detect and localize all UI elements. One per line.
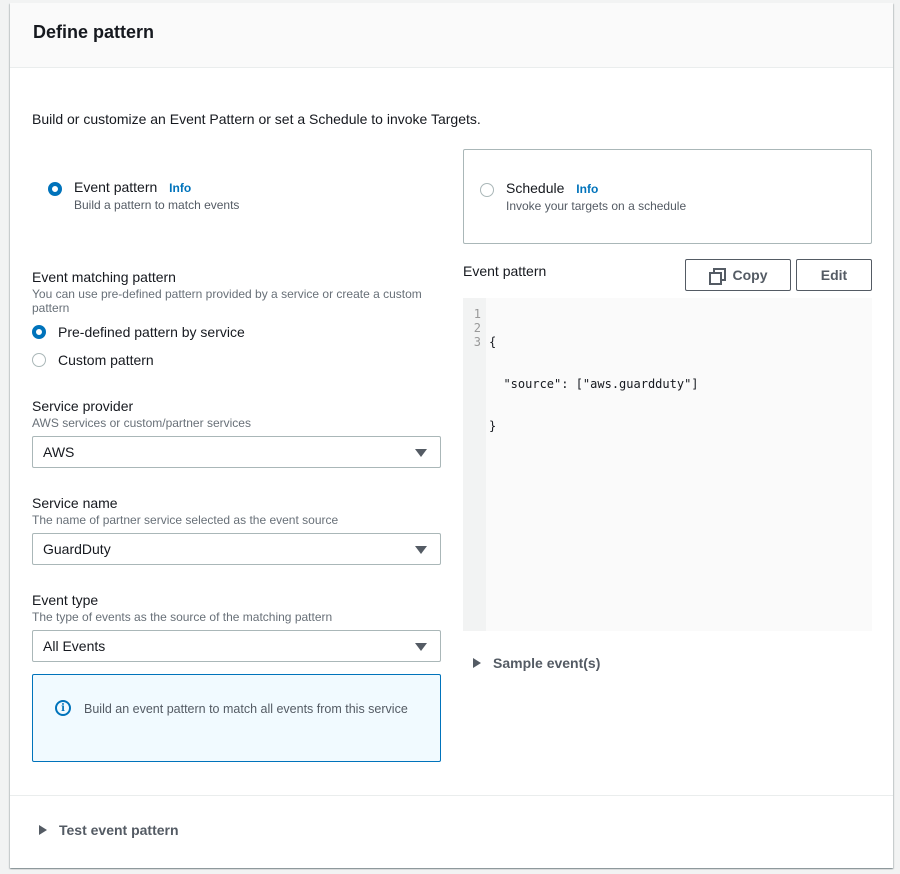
line-number: 1 <box>473 307 481 321</box>
custom-pattern-label: Custom pattern <box>58 352 154 368</box>
custom-pattern-option[interactable]: Custom pattern <box>32 349 441 371</box>
copy-button[interactable]: Copy <box>685 259 791 291</box>
code-line: } <box>489 419 497 433</box>
event-pattern-option[interactable]: Event pattern Info Build a pattern to ma… <box>32 149 440 244</box>
line-number: 2 <box>473 321 481 335</box>
schedule-label: Schedule <box>506 180 565 196</box>
event-type-label: Event type <box>32 592 99 608</box>
event-type-select[interactable]: All Events <box>32 630 441 662</box>
sample-events-label: Sample event(s) <box>493 655 601 671</box>
event-matching-label: Event matching pattern <box>32 269 176 285</box>
alert-text: Build an event pattern to match all even… <box>84 702 408 716</box>
sample-events-expander[interactable]: Sample event(s) <box>473 655 600 671</box>
event-pattern-label: Event pattern <box>74 179 158 195</box>
caret-down-icon <box>415 449 427 457</box>
schedule-radio[interactable] <box>480 183 494 197</box>
event-pattern-description: Build a pattern to match events <box>74 198 240 212</box>
custom-pattern-radio[interactable] <box>32 353 46 367</box>
event-type-value: All Events <box>43 638 106 654</box>
code-content: { "source": ["aws.guardduty"] } <box>486 298 699 631</box>
predefined-pattern-label: Pre-defined pattern by service <box>58 324 245 340</box>
info-alert: i Build an event pattern to match all ev… <box>32 674 441 762</box>
event-pattern-radio[interactable] <box>48 182 62 196</box>
caret-down-icon <box>415 643 427 651</box>
line-number-gutter: 1 2 3 <box>463 298 486 631</box>
schedule-info-link[interactable]: Info <box>576 182 598 196</box>
caret-down-icon <box>415 546 427 554</box>
code-line: "source": ["aws.guardduty"] <box>489 377 699 391</box>
service-provider-value: AWS <box>43 444 75 460</box>
service-provider-select[interactable]: AWS <box>32 436 441 468</box>
caret-right-icon <box>39 825 47 835</box>
panel-footer: Test event pattern <box>10 795 893 868</box>
info-icon: i <box>55 700 71 716</box>
event-type-description: The type of events as the source of the … <box>32 610 333 624</box>
panel-header: Define pattern <box>10 3 893 68</box>
event-pattern-heading: Event pattern <box>463 263 547 279</box>
schedule-description: Invoke your targets on a schedule <box>506 199 687 213</box>
predefined-pattern-radio[interactable] <box>32 325 46 339</box>
service-provider-description: AWS services or custom/partner services <box>32 416 251 430</box>
code-line: { <box>489 335 497 349</box>
panel-title: Define pattern <box>33 21 155 42</box>
event-pattern-code-editor: 1 2 3 { "source": ["aws.guardduty"] } <box>463 298 872 631</box>
predefined-pattern-option[interactable]: Pre-defined pattern by service <box>32 321 441 343</box>
pattern-form: Event matching pattern You can use pre-d… <box>32 268 441 762</box>
service-name-value: GuardDuty <box>43 541 111 557</box>
event-type-group: Event type The type of events as the sou… <box>32 591 441 662</box>
caret-right-icon <box>473 658 481 668</box>
service-name-description: The name of partner service selected as … <box>32 513 339 527</box>
define-pattern-panel: Define pattern Build or customize an Eve… <box>10 3 893 868</box>
edit-button[interactable]: Edit <box>796 259 872 291</box>
service-provider-label: Service provider <box>32 398 134 414</box>
test-event-pattern-expander[interactable]: Test event pattern <box>39 822 179 838</box>
schedule-option[interactable]: Schedule Info Invoke your targets on a s… <box>463 149 872 244</box>
copy-icon <box>708 268 726 285</box>
copy-button-label: Copy <box>732 267 768 283</box>
line-number: 3 <box>473 335 481 349</box>
service-name-select[interactable]: GuardDuty <box>32 533 441 565</box>
event-matching-group: Event matching pattern You can use pre-d… <box>32 268 441 371</box>
event-matching-description: You can use pre-defined pattern provided… <box>32 287 422 315</box>
event-pattern-info-link[interactable]: Info <box>169 181 191 195</box>
service-provider-group: Service provider AWS services or custom/… <box>32 397 441 468</box>
service-name-group: Service name The name of partner service… <box>32 494 441 565</box>
test-event-pattern-label: Test event pattern <box>59 822 179 838</box>
intro-text: Build or customize an Event Pattern or s… <box>32 111 481 127</box>
service-name-label: Service name <box>32 495 118 511</box>
